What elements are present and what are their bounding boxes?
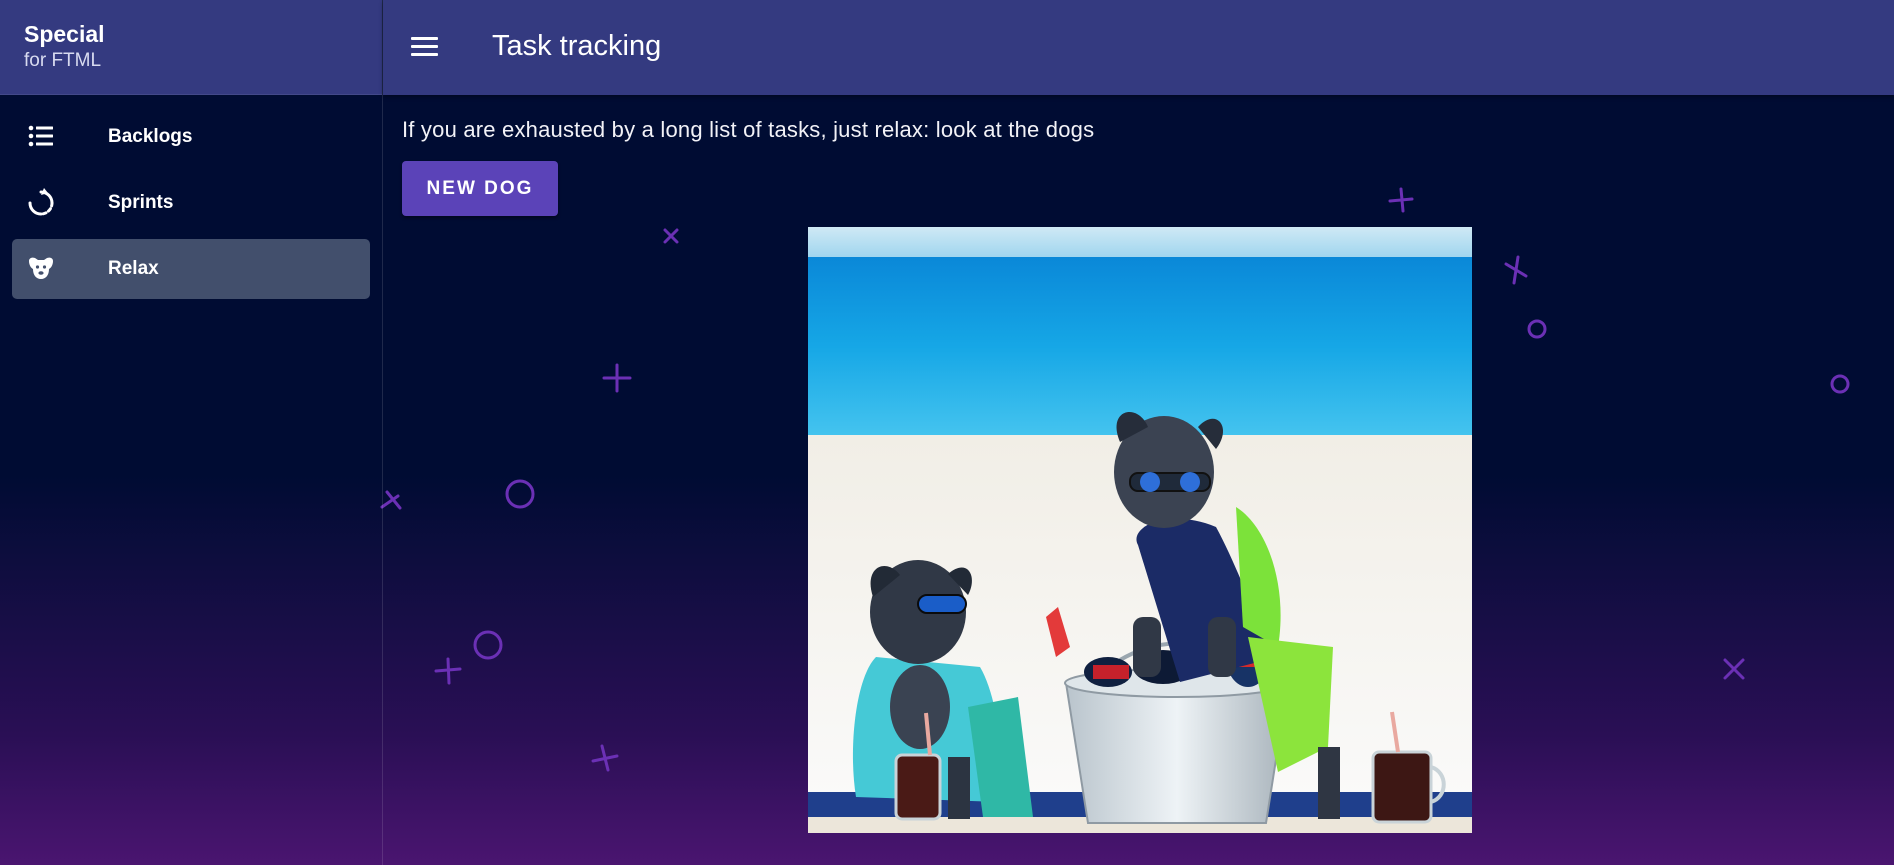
sidebar-item-sprints[interactable]: Sprints [12, 173, 370, 233]
sidebar: Special for FTML Backlogs Sprints Relax [0, 0, 383, 865]
sidebar-item-label: Backlogs [108, 126, 193, 147]
brand: Special for FTML [0, 0, 382, 95]
list-icon [28, 125, 53, 147]
app-header: Task tracking [383, 0, 1894, 95]
sidebar-nav: Backlogs Sprints Relax [0, 95, 382, 299]
relax-intro-text: If you are exhausted by a long list of t… [402, 117, 1095, 142]
page-title: Task tracking [492, 30, 662, 62]
brand-title: Special [24, 21, 105, 47]
main-content: If you are exhausted by a long list of t… [383, 95, 1894, 865]
new-dog-button[interactable]: NEW DOG [402, 161, 558, 216]
sidebar-item-label: Sprints [108, 192, 174, 213]
hamburger-menu-icon[interactable] [409, 30, 443, 64]
dog-icon [29, 257, 53, 279]
sidebar-item-backlogs[interactable]: Backlogs [12, 107, 370, 167]
sidebar-item-label: Relax [108, 258, 159, 279]
sprint-cycle-icon [28, 188, 54, 216]
brand-subtitle: for FTML [24, 50, 102, 71]
sidebar-item-relax[interactable]: Relax [12, 239, 370, 299]
dog-photo [808, 227, 1472, 833]
